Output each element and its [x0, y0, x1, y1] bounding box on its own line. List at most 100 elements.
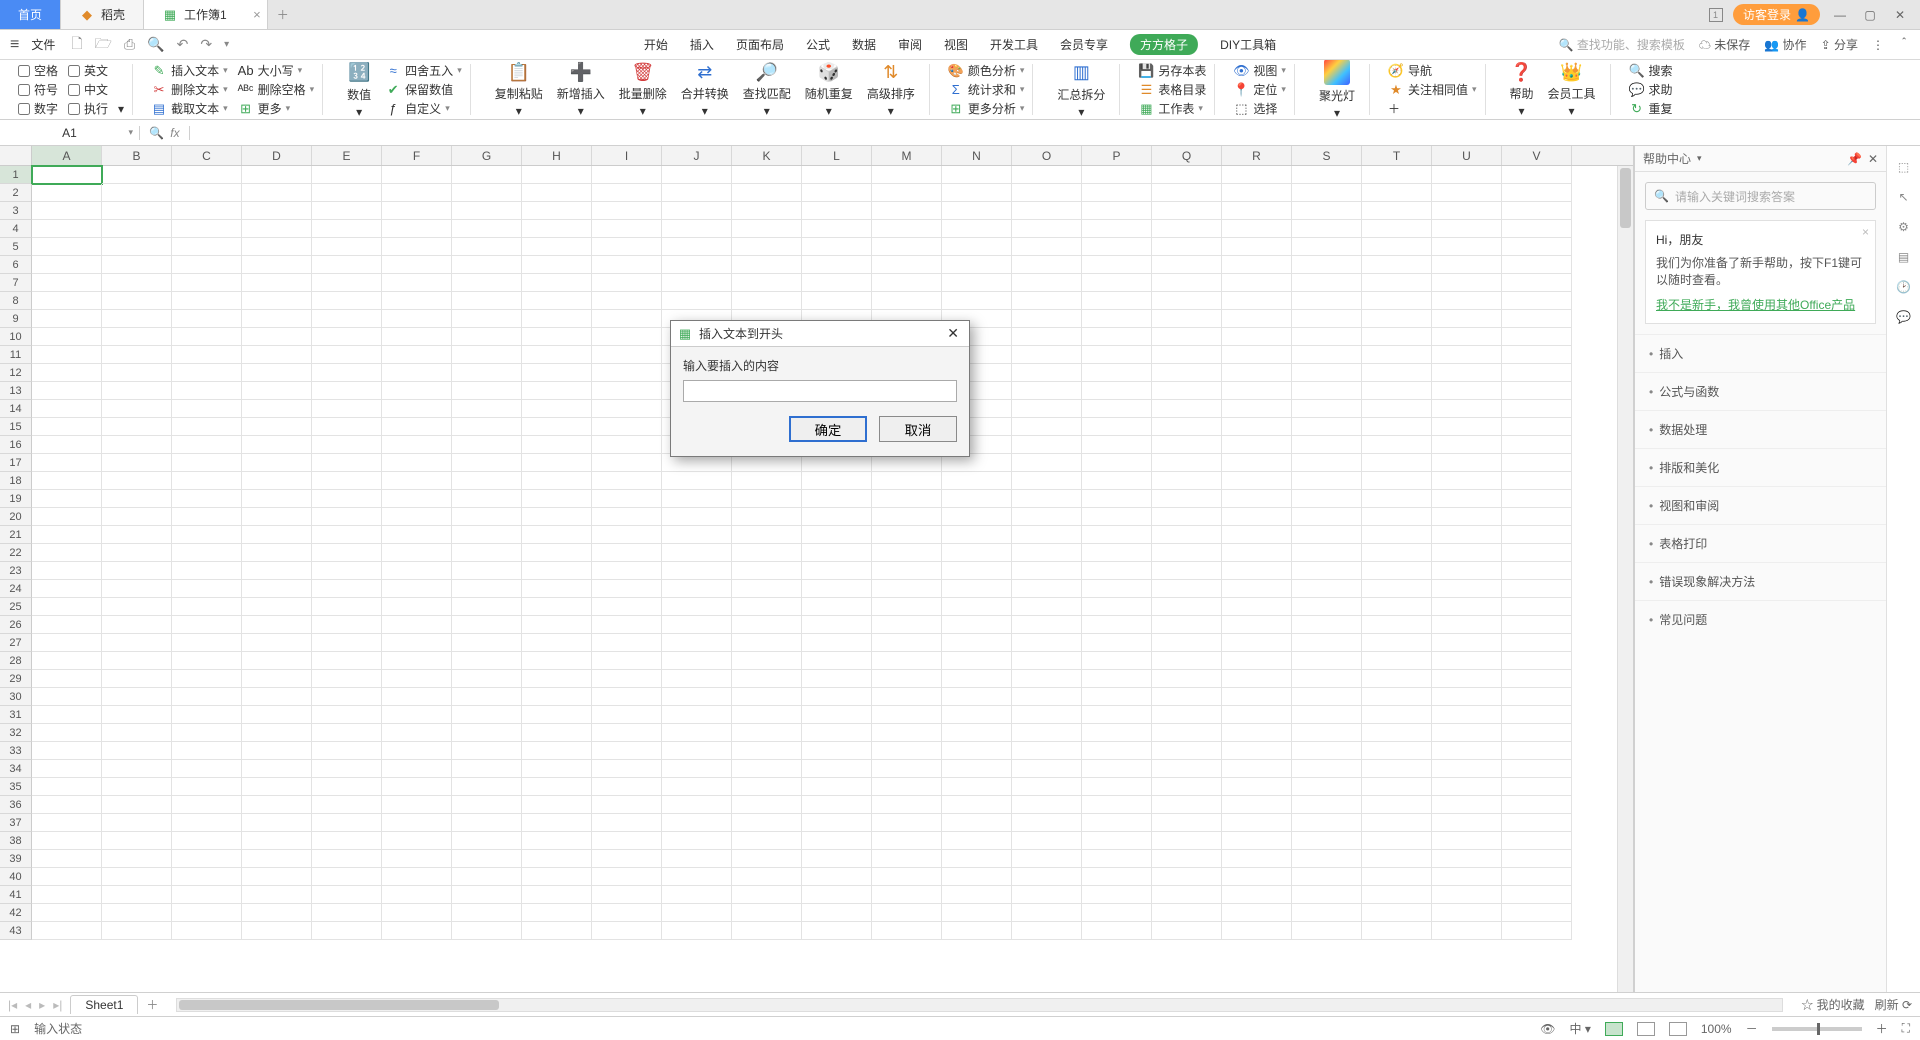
- cell[interactable]: [32, 544, 102, 562]
- side-cursor-icon[interactable]: ↖: [1898, 190, 1908, 204]
- cell[interactable]: [452, 256, 522, 274]
- cell[interactable]: [1432, 418, 1502, 436]
- cell[interactable]: [942, 202, 1012, 220]
- cell[interactable]: [522, 688, 592, 706]
- cell[interactable]: [382, 886, 452, 904]
- cell[interactable]: [1222, 346, 1292, 364]
- cell[interactable]: [942, 220, 1012, 238]
- cell[interactable]: [732, 526, 802, 544]
- cell[interactable]: [1012, 490, 1082, 508]
- cell[interactable]: [452, 346, 522, 364]
- btn-extract-text[interactable]: ▤截取文本▾: [151, 100, 228, 117]
- cell[interactable]: [942, 292, 1012, 310]
- cell[interactable]: [802, 778, 872, 796]
- cell[interactable]: [592, 184, 662, 202]
- cell[interactable]: [172, 328, 242, 346]
- cell[interactable]: [452, 310, 522, 328]
- btn-delete-text[interactable]: ✂删除文本▾: [151, 81, 228, 98]
- cell[interactable]: [1362, 688, 1432, 706]
- cell[interactable]: [102, 886, 172, 904]
- cell[interactable]: [102, 472, 172, 490]
- ribbon-tab-insert[interactable]: 插入: [690, 36, 714, 53]
- cell[interactable]: [452, 832, 522, 850]
- cell[interactable]: [1082, 202, 1152, 220]
- cell[interactable]: [452, 400, 522, 418]
- cell[interactable]: [1362, 634, 1432, 652]
- cell[interactable]: [522, 778, 592, 796]
- cell[interactable]: [382, 472, 452, 490]
- cell[interactable]: [1502, 652, 1572, 670]
- cell[interactable]: [872, 598, 942, 616]
- cell[interactable]: [102, 292, 172, 310]
- cell[interactable]: [802, 886, 872, 904]
- cell[interactable]: [942, 760, 1012, 778]
- cell[interactable]: [1222, 580, 1292, 598]
- add-sheet-button[interactable]: ＋: [146, 996, 158, 1013]
- cell[interactable]: [1222, 220, 1292, 238]
- cell[interactable]: [592, 778, 662, 796]
- cell[interactable]: [172, 922, 242, 940]
- cell[interactable]: [242, 562, 312, 580]
- cell[interactable]: [1152, 886, 1222, 904]
- cell[interactable]: [172, 454, 242, 472]
- cell[interactable]: [522, 868, 592, 886]
- cell[interactable]: [1082, 868, 1152, 886]
- cell[interactable]: [242, 616, 312, 634]
- add-tab-button[interactable]: ＋: [268, 0, 298, 29]
- cell[interactable]: [1432, 544, 1502, 562]
- cell[interactable]: [942, 670, 1012, 688]
- cell[interactable]: [1362, 310, 1432, 328]
- cell[interactable]: [732, 832, 802, 850]
- cell[interactable]: [732, 778, 802, 796]
- cell[interactable]: [592, 436, 662, 454]
- zoom-icon[interactable]: 🔍: [149, 126, 164, 140]
- cell[interactable]: [1362, 184, 1432, 202]
- cell[interactable]: [242, 436, 312, 454]
- cell[interactable]: [1012, 652, 1082, 670]
- cell[interactable]: [1362, 166, 1432, 184]
- cell[interactable]: [242, 292, 312, 310]
- btn-ask[interactable]: 💬求助: [1629, 81, 1673, 98]
- cell[interactable]: [662, 868, 732, 886]
- cell[interactable]: [242, 652, 312, 670]
- chevron-down-icon[interactable]: ▾: [128, 127, 133, 138]
- cell[interactable]: [1152, 274, 1222, 292]
- cell[interactable]: [1292, 472, 1362, 490]
- cell[interactable]: [662, 760, 732, 778]
- cell[interactable]: [802, 238, 872, 256]
- cell[interactable]: [382, 202, 452, 220]
- cell[interactable]: [662, 814, 732, 832]
- cell[interactable]: [312, 292, 382, 310]
- cell[interactable]: [312, 454, 382, 472]
- cell[interactable]: [172, 292, 242, 310]
- cell[interactable]: [242, 850, 312, 868]
- cell[interactable]: [1292, 454, 1362, 472]
- cell[interactable]: [32, 706, 102, 724]
- cell[interactable]: [172, 202, 242, 220]
- cell[interactable]: [1152, 814, 1222, 832]
- cell[interactable]: [382, 580, 452, 598]
- cell[interactable]: [1152, 904, 1222, 922]
- cell[interactable]: [1152, 184, 1222, 202]
- cell[interactable]: [802, 580, 872, 598]
- cell[interactable]: [32, 832, 102, 850]
- cell[interactable]: [102, 364, 172, 382]
- cell[interactable]: [872, 292, 942, 310]
- column-header[interactable]: F: [382, 146, 452, 165]
- cell[interactable]: [1502, 274, 1572, 292]
- row-header[interactable]: 18: [0, 472, 32, 490]
- spreadsheet-grid[interactable]: ABCDEFGHIJKLMNOPQRSTUV 12345678910111213…: [0, 146, 1634, 992]
- cell[interactable]: [1502, 184, 1572, 202]
- dialog-text-input[interactable]: [683, 380, 957, 402]
- row-header[interactable]: 38: [0, 832, 32, 850]
- cell[interactable]: [452, 796, 522, 814]
- cell[interactable]: [32, 202, 102, 220]
- cell[interactable]: [312, 886, 382, 904]
- cell[interactable]: [732, 202, 802, 220]
- help-topic-item[interactable]: •视图和审阅: [1635, 486, 1886, 524]
- cell[interactable]: [1082, 886, 1152, 904]
- cell[interactable]: [802, 832, 872, 850]
- cell[interactable]: [1362, 868, 1432, 886]
- cell[interactable]: [382, 328, 452, 346]
- cell[interactable]: [1362, 418, 1432, 436]
